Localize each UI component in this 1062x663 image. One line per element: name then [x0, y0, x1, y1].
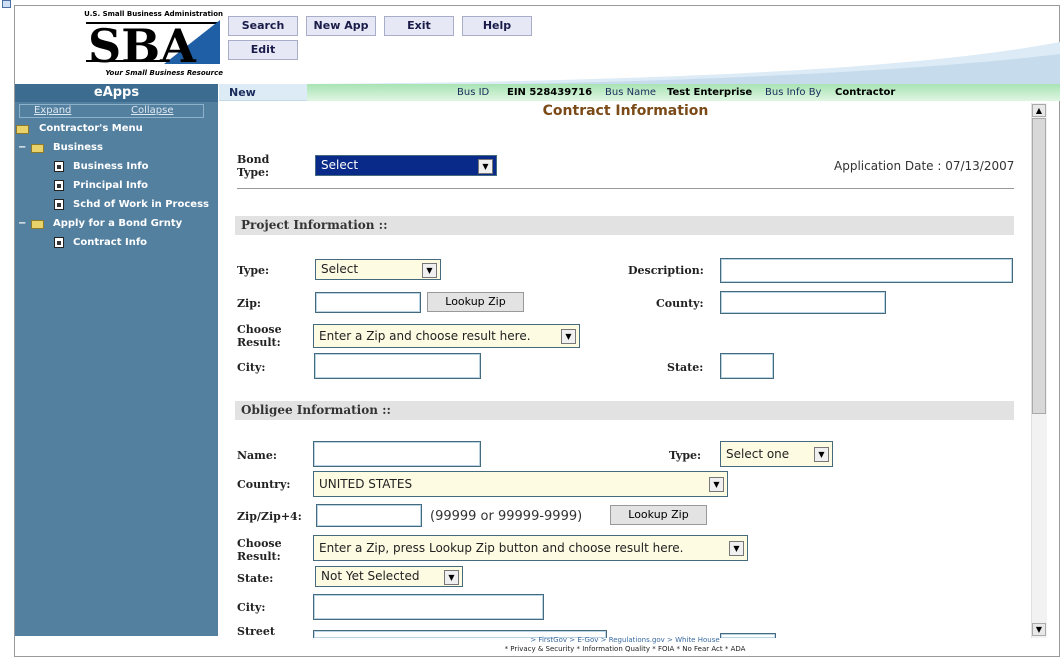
collapse-link[interactable]: Collapse: [131, 105, 174, 117]
divider: [237, 188, 1014, 189]
obligee-zip-input[interactable]: [316, 504, 422, 527]
bus-id-value: EIN 528439716: [507, 87, 593, 98]
chevron-down-icon[interactable]: ▼: [814, 447, 829, 462]
collapse-toggle-icon[interactable]: −: [18, 142, 26, 154]
obligee-section-header: Obligee Information ::: [235, 401, 1014, 420]
bus-info-by-label: Bus Info By: [765, 87, 822, 98]
county-input[interactable]: [720, 291, 886, 314]
chevron-down-icon[interactable]: ▼: [729, 541, 744, 556]
description-label: Description:: [628, 264, 704, 277]
obligee-zip-label: Zip/Zip+4:: [237, 510, 302, 523]
obligee-type-value: Select one: [726, 447, 790, 461]
bus-id-label: Bus ID: [457, 87, 490, 98]
collapse-toggle-icon[interactable]: −: [18, 218, 26, 230]
obligee-lookup-zip-button[interactable]: Lookup Zip: [610, 505, 707, 525]
sidebar-item-business-info[interactable]: Business Info: [73, 161, 148, 173]
bus-name-value: Test Enterprise: [667, 87, 753, 98]
folder-icon: [16, 125, 29, 134]
project-state-input[interactable]: [720, 353, 774, 379]
project-type-select[interactable]: Select ▼: [315, 259, 441, 280]
chevron-down-icon[interactable]: ▼: [422, 263, 437, 278]
folder-open-icon: [31, 220, 44, 229]
bus-name-label: Bus Name: [605, 87, 657, 98]
bond-type-value: Select: [321, 158, 359, 172]
obligee-country-select[interactable]: UNITED STATES ▼: [313, 471, 728, 497]
sba-logo-text: SBA: [88, 19, 197, 66]
footer: > FirstGov > E-Gov > Regulations.gov > W…: [219, 636, 1031, 656]
obligee-choose-result-value: Enter a Zip, press Lookup Zip button and…: [319, 541, 684, 555]
footer-policies[interactable]: * Privacy & Security * Information Quali…: [219, 645, 1031, 654]
bond-type-label: Bond Type:: [237, 153, 270, 179]
chevron-down-icon[interactable]: ▼: [478, 159, 493, 174]
sidebar-title: eApps: [15, 84, 218, 102]
help-button[interactable]: Help: [462, 16, 532, 36]
project-type-label: Type:: [237, 264, 270, 277]
project-choose-result-label: Choose Result:: [237, 323, 282, 349]
obligee-state-select[interactable]: Not Yet Selected ▼: [315, 566, 463, 587]
description-input[interactable]: [720, 258, 1013, 283]
sba-tagline: Your Small Business Resource: [105, 69, 223, 77]
obligee-choose-result-label: Choose Result:: [237, 537, 282, 563]
project-lookup-zip-button[interactable]: Lookup Zip: [427, 292, 524, 312]
sidebar-item-schd-of-work[interactable]: Schd of Work in Process: [73, 199, 209, 211]
obligee-country-label: Country:: [237, 478, 291, 491]
page-icon: [54, 161, 64, 172]
sba-logo[interactable]: SBA: [86, 18, 220, 66]
new-app-button[interactable]: New App: [306, 16, 376, 36]
project-choose-result-select[interactable]: Enter a Zip and choose result here. ▼: [313, 324, 580, 348]
chevron-down-icon[interactable]: ▼: [444, 570, 459, 585]
header-decoration: [304, 42, 1060, 84]
obligee-type-label: Type:: [669, 449, 702, 462]
page-title: Contract Information: [542, 103, 709, 119]
sidebar-item-contract-info[interactable]: Contract Info: [73, 237, 147, 249]
obligee-name-label: Name:: [237, 449, 277, 462]
obligee-state-label: State:: [237, 572, 274, 585]
sidebar-item-principal-info[interactable]: Principal Info: [73, 180, 148, 192]
scroll-down-icon[interactable]: ▼: [1032, 623, 1046, 636]
expand-link[interactable]: Expand: [34, 105, 71, 117]
search-button[interactable]: Search: [228, 16, 298, 36]
status-label: New: [219, 84, 307, 101]
exit-button[interactable]: Exit: [384, 16, 454, 36]
project-zip-input[interactable]: [315, 292, 421, 313]
page-icon: [2, 0, 11, 8]
sidebar-menu-title: Contractor's Menu: [39, 123, 143, 134]
obligee-name-input[interactable]: [313, 441, 481, 467]
project-zip-label: Zip:: [237, 297, 261, 310]
chevron-down-icon[interactable]: ▼: [709, 477, 724, 492]
sidebar-item-apply-bond[interactable]: Apply for a Bond Grnty: [53, 218, 182, 230]
obligee-choose-result-select[interactable]: Enter a Zip, press Lookup Zip button and…: [313, 535, 748, 561]
obligee-city-input[interactable]: [313, 594, 544, 620]
scroll-up-icon[interactable]: ▲: [1032, 104, 1046, 117]
sidebar-item-business[interactable]: Business: [53, 142, 103, 154]
page-icon: [54, 180, 64, 191]
obligee-zip-hint: (99999 or 99999-9999): [430, 509, 583, 524]
obligee-state-value: Not Yet Selected: [321, 569, 420, 583]
bus-info-by-value: Contractor: [835, 87, 896, 98]
page-icon: [54, 199, 64, 210]
obligee-city-label: City:: [237, 601, 266, 614]
county-label: County:: [656, 297, 704, 310]
application-date: Application Date : 07/13/2007: [834, 159, 1015, 173]
project-section-header: Project Information ::: [235, 216, 1014, 235]
chevron-down-icon[interactable]: ▼: [561, 329, 576, 344]
scrollbar-thumb[interactable]: [1032, 118, 1046, 414]
bond-type-select[interactable]: Select ▼: [315, 155, 497, 176]
project-city-input[interactable]: [314, 353, 481, 379]
project-choose-result-value: Enter a Zip and choose result here.: [319, 329, 531, 343]
edit-button[interactable]: Edit: [228, 40, 298, 60]
page-icon: [54, 237, 64, 248]
project-city-label: City:: [237, 361, 266, 374]
obligee-country-value: UNITED STATES: [319, 477, 413, 491]
sba-org-name: U.S. Small Business Administration: [84, 10, 223, 18]
footer-links[interactable]: > FirstGov > E-Gov > Regulations.gov > W…: [219, 636, 1031, 645]
business-info-bar: Bus ID EIN 528439716 Bus Name Test Enter…: [307, 84, 1060, 101]
folder-open-icon: [31, 144, 44, 153]
project-type-value: Select: [321, 262, 359, 276]
project-state-label: State:: [667, 361, 704, 374]
obligee-type-select[interactable]: Select one ▼: [720, 441, 833, 467]
